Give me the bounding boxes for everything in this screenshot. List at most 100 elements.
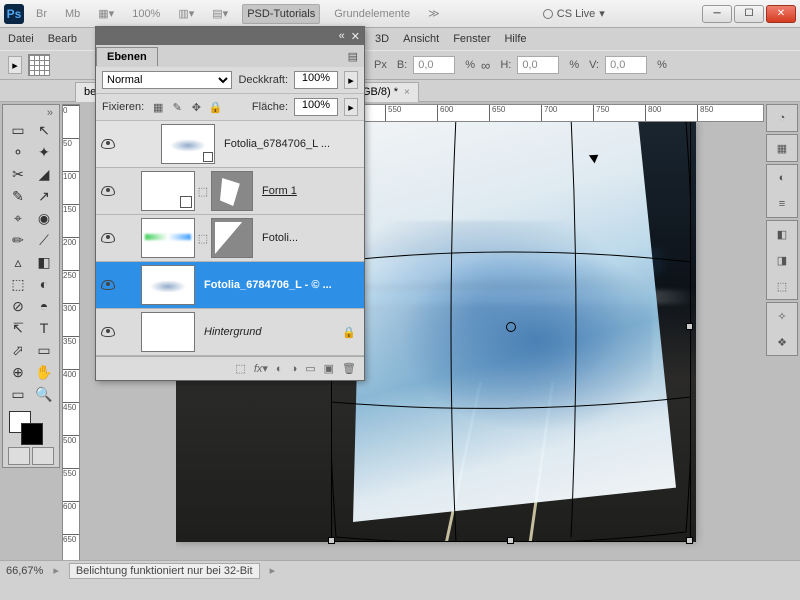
tool[interactable]: ⬚	[5, 273, 31, 295]
history-panel-icon[interactable]: ✧	[772, 306, 792, 326]
adjust-panel-icon[interactable]: ◐	[772, 168, 792, 188]
tool[interactable]: ✋	[31, 361, 57, 383]
layers-panel-titlebar[interactable]: «✕	[96, 27, 364, 45]
reference-point-grid[interactable]	[28, 54, 50, 76]
blend-mode-select[interactable]: Normal	[102, 71, 232, 89]
minimize-button[interactable]: ─	[702, 5, 732, 23]
color-swatches[interactable]	[5, 409, 57, 445]
fx-icon[interactable]: fx▾	[254, 362, 268, 375]
transform-center[interactable]	[506, 322, 516, 332]
workspace-more[interactable]: ≫	[424, 4, 444, 24]
tool[interactable]: ⊕	[5, 361, 31, 383]
opacity-flyout[interactable]: ▸	[344, 71, 358, 89]
layer-row[interactable]: Hintergrund🔒	[96, 309, 364, 356]
view-extras-button[interactable]: ▤▾	[208, 4, 232, 24]
layer-row[interactable]: ⬚Form 1	[96, 168, 364, 215]
menu-hilfe[interactable]: Hilfe	[504, 33, 526, 45]
layer-name[interactable]: Hintergrund	[198, 326, 334, 338]
minibridge-button[interactable]: Mb	[61, 4, 84, 24]
tool[interactable]: ↖	[31, 119, 57, 141]
menu-bearbeiten[interactable]: Bearb	[48, 33, 77, 45]
layer-name[interactable]: Fotolia_6784706_L - © ...	[198, 279, 364, 291]
w-input[interactable]: 0,0	[413, 56, 455, 74]
status-zoom[interactable]: 66,67%	[6, 565, 43, 577]
handle-br[interactable]	[686, 537, 693, 544]
lock-all-icon[interactable]: 🔒	[207, 99, 223, 115]
tool[interactable]: T	[31, 317, 57, 339]
h-input[interactable]: 0,0	[517, 56, 559, 74]
visibility-toggle[interactable]	[96, 139, 120, 149]
layer-name[interactable]: Fotolia_6784706_L ...	[218, 138, 364, 150]
layer-row[interactable]: ⬚Fotoli...	[96, 215, 364, 262]
workspace-tab-active[interactable]: PSD-Tutorials	[242, 4, 320, 24]
workspace-tab-inactive[interactable]: Grundelemente	[330, 4, 414, 24]
layers-panel-icon[interactable]: ◧	[772, 224, 792, 244]
layer-mask[interactable]	[211, 218, 253, 258]
visibility-toggle[interactable]	[96, 280, 120, 290]
visibility-toggle[interactable]	[96, 327, 120, 337]
paths-panel-icon[interactable]: ⬚	[772, 276, 792, 296]
zoom-level[interactable]: 100%	[128, 4, 164, 24]
menu-fenster[interactable]: Fenster	[453, 33, 490, 45]
layer-name[interactable]: Fotoli...	[256, 232, 364, 244]
tool[interactable]: ⬀	[5, 339, 31, 361]
adjustment-icon[interactable]: ◑	[291, 363, 298, 375]
swatches-panel-icon[interactable]: ▦	[772, 138, 792, 158]
panel-collapse-icon[interactable]: «	[339, 30, 345, 43]
screen-mode-button[interactable]: ▦▾	[94, 4, 118, 24]
tool[interactable]: ◐	[31, 273, 57, 295]
lock-pixels-icon[interactable]: ✎	[169, 99, 185, 115]
link-icon[interactable]: ∞	[481, 58, 490, 73]
fill-input[interactable]: 100%	[294, 98, 338, 116]
arrange-button[interactable]: ▥▾	[174, 4, 198, 24]
color-panel-icon[interactable]: ◔	[772, 108, 792, 128]
mask-icon[interactable]: ◐	[276, 363, 283, 375]
group-icon[interactable]: ▭	[305, 362, 315, 375]
menu-3d[interactable]: 3D	[375, 33, 389, 45]
channels-panel-icon[interactable]: ◨	[772, 250, 792, 270]
tool[interactable]: ◓	[31, 295, 57, 317]
panel-close-icon[interactable]: ✕	[351, 30, 360, 43]
tool[interactable]: ⊘	[5, 295, 31, 317]
delete-layer-icon[interactable]: 🗑	[342, 362, 356, 375]
document-tab-close-icon[interactable]: ×	[404, 87, 410, 98]
tool[interactable]: ◉	[31, 207, 57, 229]
tool[interactable]: ◢	[31, 163, 57, 185]
tool[interactable]: ✏	[5, 229, 31, 251]
tool[interactable]: ✂	[5, 163, 31, 185]
handle-bl[interactable]	[328, 537, 335, 544]
layer-name[interactable]: Form 1	[256, 185, 364, 197]
tool[interactable]: ✎	[5, 185, 31, 207]
background-swatch[interactable]	[21, 423, 43, 445]
bridge-button[interactable]: Br	[32, 4, 51, 24]
lock-position-icon[interactable]: ✥	[188, 99, 204, 115]
vector-mask[interactable]	[211, 171, 253, 211]
new-layer-icon[interactable]: ▣	[324, 362, 334, 375]
quickmask-toggle[interactable]	[5, 447, 57, 465]
tool[interactable]: ▭	[5, 383, 31, 405]
opacity-input[interactable]: 100%	[294, 71, 338, 89]
tool[interactable]: ◧	[31, 251, 57, 273]
handle-bm[interactable]	[507, 537, 514, 544]
v-input[interactable]: 0,0	[605, 56, 647, 74]
transform-bounding-box[interactable]	[331, 122, 691, 542]
styles-panel-icon[interactable]: ≡	[772, 194, 792, 214]
layer-row[interactable]: Fotolia_6784706_L ...	[96, 121, 364, 168]
toolpreset-button[interactable]: ▸	[8, 56, 22, 74]
tool[interactable]: ⌖	[5, 207, 31, 229]
layers-panel[interactable]: «✕ Ebenen▤ Normal Deckkraft: 100% ▸ Fixi…	[95, 26, 365, 381]
handle-mr[interactable]	[686, 323, 693, 330]
cslive-button[interactable]: CS Live▾	[543, 7, 605, 20]
layer-thumb[interactable]	[141, 218, 195, 258]
tool[interactable]: ⚬	[5, 141, 31, 163]
close-button[interactable]: ✕	[766, 5, 796, 23]
visibility-toggle[interactable]	[96, 233, 120, 243]
tool[interactable]: ▭	[5, 119, 31, 141]
layer-row[interactable]: Fotolia_6784706_L - © ...	[96, 262, 364, 309]
tool[interactable]: ▵	[5, 251, 31, 273]
layer-thumb[interactable]	[141, 171, 195, 211]
tool[interactable]: ▭	[31, 339, 57, 361]
maximize-button[interactable]: ☐	[734, 5, 764, 23]
tool[interactable]: ↗	[31, 185, 57, 207]
fill-flyout[interactable]: ▸	[344, 98, 358, 116]
